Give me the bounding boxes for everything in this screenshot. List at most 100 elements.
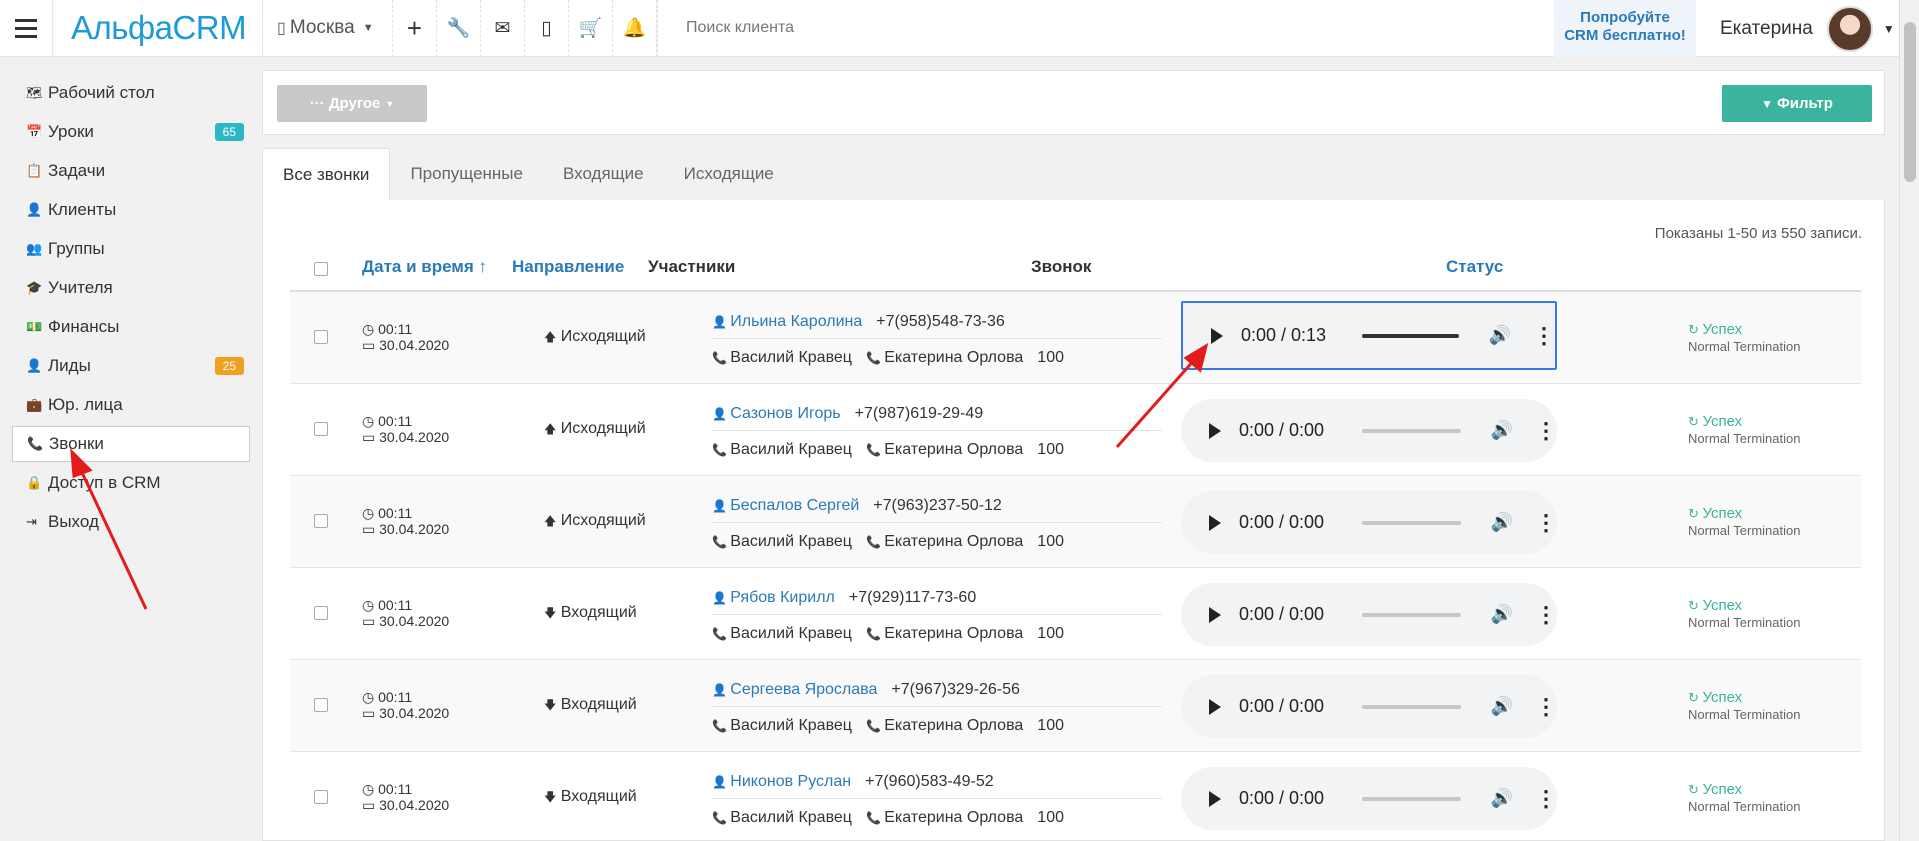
seek-slider[interactable] bbox=[1361, 704, 1461, 709]
sidebar-item-9[interactable]: 📞 Звонки bbox=[12, 426, 250, 462]
play-icon[interactable] bbox=[1209, 790, 1221, 807]
row-checkbox[interactable] bbox=[314, 790, 328, 804]
status-label[interactable]: Успех bbox=[1703, 781, 1743, 798]
sidebar-item-10[interactable]: 🔒 Доступ в CRM bbox=[12, 465, 250, 501]
status-label[interactable]: Успех bbox=[1703, 689, 1743, 706]
direction-header[interactable]: Направление bbox=[512, 257, 624, 277]
envelope-icon[interactable]: ✉ bbox=[481, 0, 525, 57]
play-icon[interactable] bbox=[1211, 327, 1223, 344]
sidebar-item-4[interactable]: 👥 Группы bbox=[12, 231, 250, 267]
volume-icon[interactable]: 🔊 bbox=[1491, 696, 1513, 717]
sidebar-item-3[interactable]: 👤 Клиенты bbox=[12, 192, 250, 228]
audio-player[interactable]: 0:00 / 0:13 🔊 ⋮ bbox=[1181, 301, 1557, 370]
sidebar-item-0[interactable]: 🗺 Рабочий стол bbox=[12, 75, 250, 111]
tab-3[interactable]: Исходящие bbox=[664, 148, 794, 200]
play-icon[interactable] bbox=[1209, 606, 1221, 623]
wrench-icon[interactable]: 🔧 bbox=[437, 0, 481, 57]
more-options-icon[interactable]: ⋮ bbox=[1535, 510, 1557, 536]
call-date: 30.04.2020 bbox=[379, 613, 450, 629]
sidebar-item-7[interactable]: 👤 Лиды 25 bbox=[12, 348, 250, 384]
audio-player[interactable]: 0:00 / 0:00 🔊 ⋮ bbox=[1181, 583, 1557, 646]
client-link[interactable]: Никонов Руслан bbox=[730, 773, 851, 790]
audio-player[interactable]: 0:00 / 0:00 🔊 ⋮ bbox=[1181, 399, 1557, 462]
bell-icon[interactable]: 🔔 bbox=[613, 0, 657, 57]
status-detail: Normal Termination bbox=[1688, 523, 1801, 538]
users-icon: 👥 bbox=[26, 241, 43, 256]
volume-icon[interactable]: 🔊 bbox=[1489, 325, 1511, 346]
sidebar-item-label: Рабочий стол bbox=[48, 83, 155, 102]
tab-1[interactable]: Пропущенные bbox=[390, 148, 543, 200]
status-header[interactable]: Статус bbox=[1446, 257, 1503, 277]
participants-cell: 👤 Сазонов Игорь +7(987)619-29-49 📞 Василий… bbox=[712, 405, 1162, 459]
row-checkbox[interactable] bbox=[314, 606, 328, 620]
calendar-icon: ▭ bbox=[362, 613, 380, 629]
table-row: ◷ 00:11 ▭ 30.04.2020 🡅 Исходящий 👤 Ильина К… bbox=[290, 292, 1861, 384]
client-link[interactable]: Сазонов Игорь bbox=[730, 405, 840, 422]
city-selector[interactable]: ▯ Москва ▼ bbox=[263, 0, 393, 57]
more-options-icon[interactable]: ⋮ bbox=[1535, 418, 1557, 444]
status-label[interactable]: Успех bbox=[1703, 505, 1743, 522]
audio-player[interactable]: 0:00 / 0:00 🔊 ⋮ bbox=[1181, 767, 1557, 830]
cart-icon[interactable]: 🛒 bbox=[569, 0, 613, 57]
row-checkbox[interactable] bbox=[314, 422, 328, 436]
caret-down-icon: ▼ bbox=[1882, 21, 1895, 36]
seek-slider[interactable] bbox=[1361, 428, 1461, 433]
free-trial-button[interactable]: Попробуйте CRM бесплатно! bbox=[1554, 0, 1696, 57]
seek-slider[interactable] bbox=[1361, 796, 1461, 801]
row-checkbox[interactable] bbox=[314, 514, 328, 528]
status-label[interactable]: Успех bbox=[1703, 597, 1743, 614]
table-header: Дата и время ↑ Направление Участники Зво… bbox=[290, 252, 1861, 292]
tab-2[interactable]: Входящие bbox=[543, 148, 664, 200]
logo[interactable]: АльфаCRM bbox=[53, 0, 263, 57]
volume-icon[interactable]: 🔊 bbox=[1491, 512, 1513, 533]
status-label[interactable]: Успех bbox=[1703, 321, 1743, 338]
audio-player[interactable]: 0:00 / 0:00 🔊 ⋮ bbox=[1181, 491, 1557, 554]
play-icon[interactable] bbox=[1209, 514, 1221, 531]
client-search-input[interactable]: Поиск клиента bbox=[657, 0, 1237, 57]
sidebar-item-2[interactable]: 📋 Задачи bbox=[12, 153, 250, 189]
sidebar-item-6[interactable]: 💵 Финансы bbox=[12, 309, 250, 345]
status-label[interactable]: Успех bbox=[1703, 413, 1743, 430]
play-icon[interactable] bbox=[1209, 698, 1221, 715]
volume-icon[interactable]: 🔊 bbox=[1491, 420, 1513, 441]
mobile-icon[interactable]: ▯ bbox=[525, 0, 569, 57]
audio-player[interactable]: 0:00 / 0:00 🔊 ⋮ bbox=[1181, 675, 1557, 738]
sidebar-item-5[interactable]: 🎓 Учителя bbox=[12, 270, 250, 306]
calls-tabs: Все звонки Пропущенные Входящие Исходящие bbox=[262, 148, 1885, 200]
arrow-down-icon: 🡇 bbox=[544, 790, 557, 804]
tab-0[interactable]: Все звонки bbox=[262, 148, 391, 200]
seek-slider[interactable] bbox=[1361, 333, 1459, 338]
count-badge: 65 bbox=[214, 123, 244, 141]
call-date: 30.04.2020 bbox=[379, 337, 450, 353]
row-checkbox[interactable] bbox=[314, 698, 328, 712]
plus-icon[interactable]: + bbox=[393, 0, 437, 57]
client-phone: +7(960)583-49-52 bbox=[865, 773, 994, 790]
row-checkbox[interactable] bbox=[314, 330, 328, 344]
more-options-icon[interactable]: ⋮ bbox=[1535, 786, 1557, 812]
client-link[interactable]: Сергеева Ярослава bbox=[730, 681, 877, 698]
client-link[interactable]: Рябов Кирилл bbox=[730, 589, 835, 606]
sidebar-item-8[interactable]: 💼 Юр. лица bbox=[12, 387, 250, 423]
scrollbar-thumb[interactable] bbox=[1904, 22, 1916, 182]
sidebar-item-11[interactable]: ⇥ Выход bbox=[12, 504, 250, 540]
client-link[interactable]: Беспалов Сергей bbox=[730, 497, 859, 514]
filter-icon: ▼ bbox=[1761, 96, 1773, 111]
select-all-checkbox[interactable] bbox=[314, 262, 328, 276]
play-icon[interactable] bbox=[1209, 422, 1221, 439]
agent-name: Екатерина Орлова bbox=[884, 809, 1024, 826]
seek-slider[interactable] bbox=[1361, 612, 1461, 617]
page-scrollbar[interactable] bbox=[1899, 0, 1919, 841]
menu-toggle-button[interactable] bbox=[0, 0, 53, 57]
user-menu[interactable]: Екатерина ▼ bbox=[1720, 0, 1895, 57]
volume-icon[interactable]: 🔊 bbox=[1491, 604, 1513, 625]
more-options-icon[interactable]: ⋮ bbox=[1533, 323, 1555, 349]
client-link[interactable]: Ильина Каролина bbox=[730, 313, 862, 330]
more-options-icon[interactable]: ⋮ bbox=[1535, 694, 1557, 720]
sidebar-item-1[interactable]: 📅 Уроки 65 bbox=[12, 114, 250, 150]
volume-icon[interactable]: 🔊 bbox=[1491, 788, 1513, 809]
filter-button[interactable]: ▼ Фильтр bbox=[1722, 85, 1872, 122]
seek-slider[interactable] bbox=[1361, 520, 1461, 525]
other-dropdown-button[interactable]: ··· Другое ▼ bbox=[277, 85, 427, 122]
datetime-header[interactable]: Дата и время ↑ bbox=[362, 257, 487, 277]
more-options-icon[interactable]: ⋮ bbox=[1535, 602, 1557, 628]
